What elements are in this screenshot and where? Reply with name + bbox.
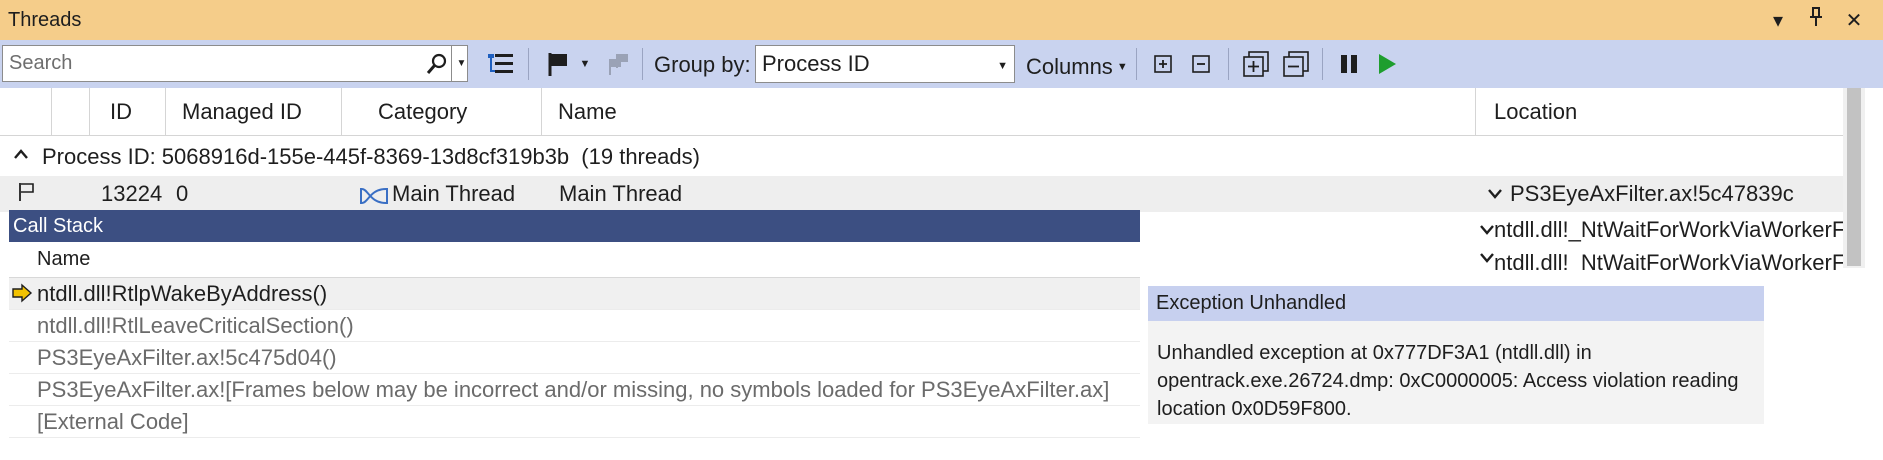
- expand-all-icon[interactable]: [1152, 50, 1174, 78]
- stack-frame-row[interactable]: PS3EyeAxFilter.ax![Frames below may be i…: [9, 374, 1140, 406]
- toolbar-separator: [1228, 48, 1229, 80]
- group-by-select[interactable]: Process ID ▼: [755, 45, 1015, 83]
- search-icon[interactable]: [425, 52, 449, 76]
- exception-message: Unhandled exception at 0x777DF3A1 (ntdll…: [1157, 342, 1739, 420]
- location-text: ntdll.dll!_NtWaitForWorkViaWorkerFactory…: [1494, 217, 1843, 242]
- group-by-value: Process ID: [762, 51, 870, 76]
- id-column-header[interactable]: ID: [90, 88, 166, 136]
- location-header-label: Location: [1494, 99, 1578, 124]
- window-buttons: ▾ ✕: [1767, 0, 1865, 40]
- stack-frame-row[interactable]: [External Code]: [9, 406, 1140, 438]
- toolbar-separator: [642, 48, 643, 80]
- chevron-up-icon[interactable]: [14, 146, 28, 164]
- window-titlebar: Threads ▾ ✕: [0, 0, 1883, 40]
- flag-outline-icon[interactable]: [18, 182, 36, 208]
- stack-frame-row[interactable]: PS3EyeAxFilter.ax!5c475d04(): [9, 342, 1140, 374]
- window-title: Threads: [8, 8, 82, 31]
- location-cell[interactable]: PS3EyeAxFilter.ax!5c47839c: [1480, 176, 1843, 212]
- columns-dropdown[interactable]: Columns ▼: [1026, 54, 1128, 80]
- flag-icon[interactable]: [546, 50, 570, 78]
- process-group-label: Process ID: 5068916d-155e-445f-8369-13d8…: [42, 144, 700, 170]
- collapse-groups-icon[interactable]: [1282, 50, 1310, 78]
- location-column-header[interactable]: Location: [1476, 88, 1843, 136]
- exception-popup: Exception Unhandled Unhandled exception …: [1148, 286, 1764, 424]
- chevron-down-icon: ▼: [997, 60, 1008, 72]
- thread-managed-id: 0: [176, 181, 189, 206]
- stack-frame-row[interactable]: ntdll.dll!RtlpWakeByAddress(): [9, 278, 1140, 310]
- chevron-down-icon[interactable]: [1480, 186, 1510, 202]
- indicator-column-header[interactable]: [52, 88, 90, 136]
- thread-name: Main Thread: [559, 181, 683, 206]
- search-box: ▼: [2, 45, 468, 82]
- chevron-down-icon: ▼: [1116, 61, 1128, 73]
- call-stack-name-header[interactable]: Name: [9, 242, 1140, 278]
- main-thread-icon: [360, 185, 388, 211]
- toolbar-separator: [1136, 48, 1137, 80]
- thread-category: Main Thread: [392, 181, 516, 206]
- exception-title: Exception Unhandled: [1148, 286, 1764, 321]
- process-id-text: Process ID: 5068916d-155e-445f-8369-13d8…: [42, 144, 570, 169]
- toolbar-separator: [1322, 48, 1323, 80]
- chevron-down-icon[interactable]: [1480, 250, 1494, 266]
- flag-all-icon: [604, 50, 632, 78]
- stack-frame-name: ntdll.dll!RtlpWakeByAddress(): [37, 280, 328, 306]
- freeze-threads-icon[interactable]: [1338, 50, 1360, 78]
- thaw-threads-icon[interactable]: [1376, 50, 1398, 78]
- window-menu-dropdown-icon[interactable]: ▾: [1767, 8, 1789, 33]
- stack-frame-name: [External Code]: [37, 408, 189, 434]
- search-input[interactable]: [3, 47, 423, 80]
- expand-callstacks-icon[interactable]: [486, 50, 516, 78]
- id-header-label: ID: [110, 99, 132, 124]
- stack-frame-name: ntdll.dll!RtlLeaveCriticalSection(): [37, 312, 354, 338]
- group-by-label: Group by:: [654, 52, 751, 77]
- stack-frame-row[interactable]: ntdll.dll!RtlLeaveCriticalSection(): [9, 310, 1140, 342]
- pin-icon[interactable]: [1805, 7, 1827, 33]
- current-frame-arrow-icon: [11, 283, 33, 309]
- search-options-dropdown-icon[interactable]: ▼: [451, 45, 471, 82]
- location-cell[interactable]: ntdll.dll!_NtWaitForWorkViaWorkerFactory…: [1480, 212, 1843, 248]
- flag-dropdown-icon[interactable]: ▼: [578, 50, 592, 78]
- process-group-row[interactable]: Process ID: 5068916d-155e-445f-8369-13d8…: [0, 136, 1843, 176]
- location-text: ntdll.dll!_NtWaitForWorkViaWorkerFactory…: [1494, 250, 1843, 272]
- call-stack-column-label: Name: [37, 248, 91, 270]
- location-cell[interactable]: ntdll.dll!_NtWaitForWorkViaWorkerFactory…: [1480, 250, 1843, 272]
- location-text: PS3EyeAxFilter.ax!5c47839c: [1510, 181, 1794, 206]
- name-header-label: Name: [558, 99, 617, 124]
- chevron-down-icon[interactable]: [1480, 222, 1494, 238]
- scrollbar-thumb[interactable]: [1847, 88, 1861, 266]
- expand-groups-icon[interactable]: [1242, 50, 1270, 78]
- vertical-scrollbar[interactable]: [1843, 88, 1865, 268]
- toolbar: ▼ ▼ Group by: Process ID ▼ Columns ▼: [0, 40, 1883, 88]
- call-stack-title: Call Stack: [9, 210, 1140, 242]
- flag-column-header[interactable]: [0, 88, 52, 136]
- toolbar-separator: [528, 48, 529, 80]
- category-header-label: Category: [378, 99, 468, 124]
- threads-table-header: ID Managed ID Category Name Location: [0, 88, 1843, 136]
- thread-id: 13224: [101, 181, 163, 206]
- thread-count-text: (19 threads): [581, 144, 700, 169]
- category-column-header[interactable]: Category: [342, 88, 542, 136]
- call-stack-panel: Call Stack Name ntdll.dll!RtlpWakeByAddr…: [9, 210, 1140, 440]
- close-icon[interactable]: ✕: [1843, 8, 1865, 33]
- managed-id-column-header[interactable]: Managed ID: [166, 88, 342, 136]
- stack-frame-name: PS3EyeAxFilter.ax![Frames below may be i…: [37, 376, 1110, 402]
- managed-id-header-label: Managed ID: [182, 99, 302, 124]
- collapse-all-icon[interactable]: [1190, 50, 1212, 78]
- name-column-header[interactable]: Name: [542, 88, 1476, 136]
- stack-frame-name: PS3EyeAxFilter.ax!5c475d04(): [37, 344, 337, 370]
- columns-label: Columns: [1026, 54, 1113, 79]
